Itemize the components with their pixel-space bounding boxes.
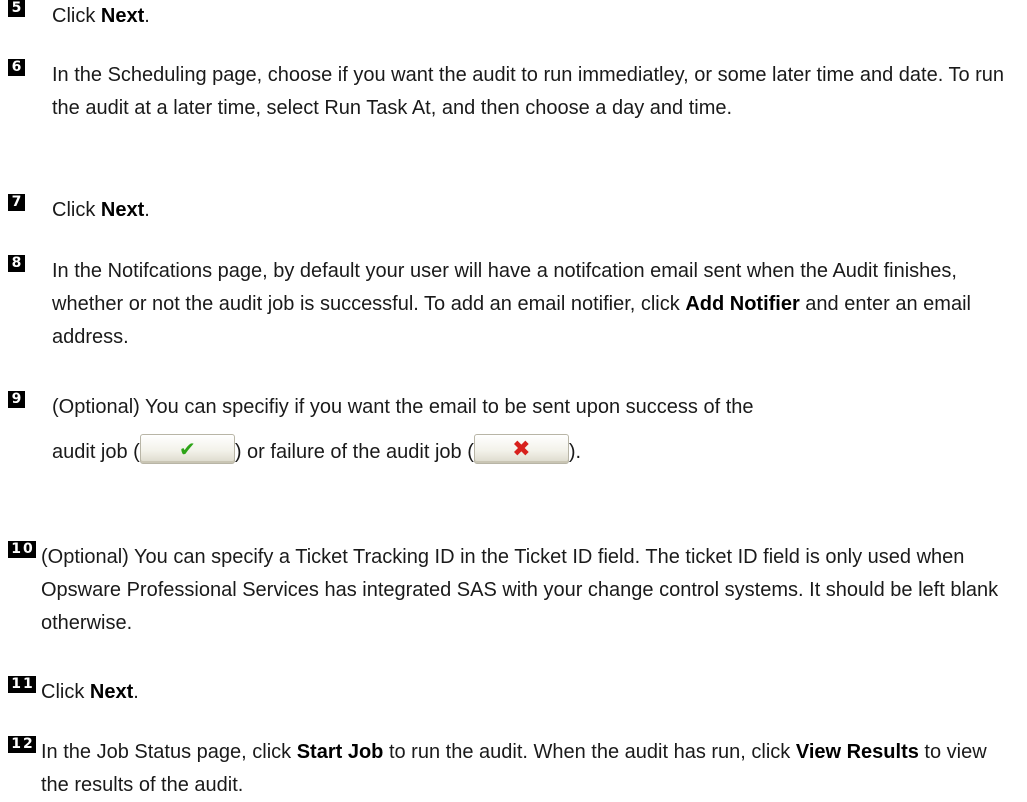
step-number-badge: 10 <box>8 541 36 558</box>
step-6: 6 In the Scheduling page, choose if you … <box>8 59 1020 125</box>
step-8: 8 In the Notifcations page, by default y… <box>8 255 1020 354</box>
step-11: 11 Click Next. <box>8 676 1020 709</box>
step-7: 7 Click Next. <box>8 194 1020 227</box>
step-text: Click Next. <box>41 681 139 703</box>
step-text: In the Scheduling page, choose if you wa… <box>52 64 1005 119</box>
failure-notify-button[interactable]: ✖ <box>473 433 569 464</box>
step-number-badge: 5 <box>8 0 25 17</box>
next-label: Next <box>100 5 145 27</box>
start-job-label: Start Job <box>296 741 384 763</box>
step-9: 9 (Optional) You can specifiy if you wan… <box>8 391 1020 469</box>
success-notify-button[interactable]: ✔ <box>139 433 235 464</box>
view-results-label: View Results <box>795 741 919 763</box>
step-number-badge: 11 <box>8 676 36 693</box>
step-text: In the Job Status page, click Start Job … <box>41 741 987 796</box>
step-text: (Optional) You can specifiy if you want … <box>52 396 754 464</box>
step-number-badge: 9 <box>8 391 25 408</box>
step-number-badge: 12 <box>8 736 36 753</box>
step-number-badge: 8 <box>8 255 25 272</box>
step-text: In the Notifcations page, by default you… <box>52 260 971 348</box>
step-text: Click Next. <box>52 5 150 27</box>
step-5: 5 Click Next. <box>8 0 1020 33</box>
step-10: 10 (Optional) You can specify a Ticket T… <box>8 541 1020 640</box>
step-text: Click Next. <box>52 199 150 221</box>
step-text: (Optional) You can specify a Ticket Trac… <box>41 546 999 634</box>
step-number-badge: 6 <box>8 59 25 76</box>
x-icon: ✖ <box>512 435 531 461</box>
next-label: Next <box>89 681 134 703</box>
checkmark-icon: ✔ <box>178 438 196 461</box>
step-number-badge: 7 <box>8 194 25 211</box>
next-label: Next <box>100 199 145 221</box>
add-notifier-label: Add Notifier <box>685 293 800 315</box>
step-12: 12 In the Job Status page, click Start J… <box>8 736 1020 802</box>
